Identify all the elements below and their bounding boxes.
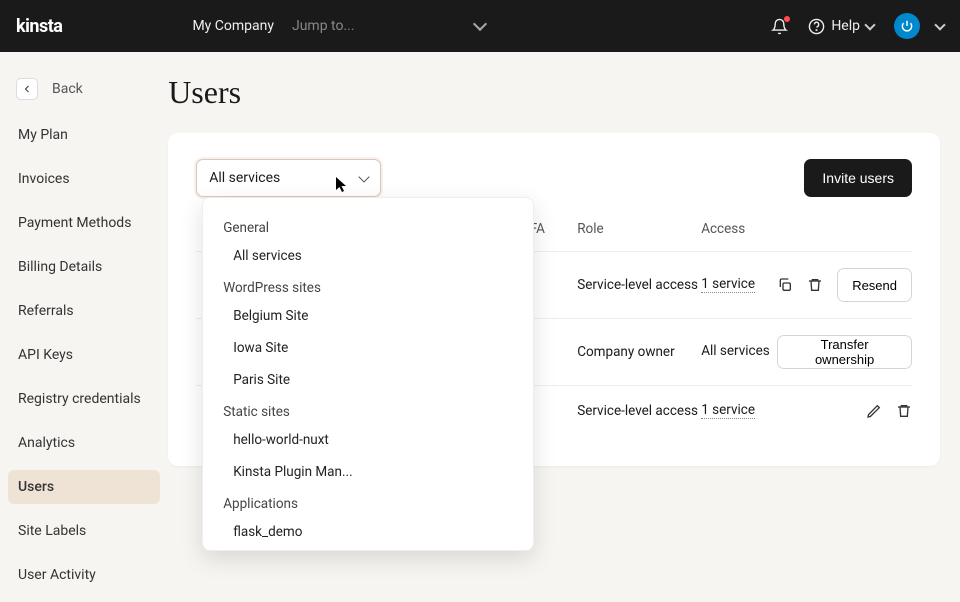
col-header-role: Role	[577, 221, 701, 237]
topbar: kinsta My Company Jump to... Help	[0, 0, 960, 52]
help-label: Help	[831, 18, 860, 34]
notifications-button[interactable]	[771, 18, 788, 35]
cell-access: All services	[701, 343, 777, 361]
sidebar-item-my-plan[interactable]: My Plan	[8, 118, 160, 152]
sidebar-item-api-keys[interactable]: API Keys	[8, 338, 160, 372]
content: Users All services Invite users General …	[168, 52, 960, 602]
sidebar-item-users[interactable]: Users	[8, 470, 160, 504]
sidebar-item-payment-methods[interactable]: Payment Methods	[8, 206, 160, 240]
chevron-down-icon	[472, 17, 486, 31]
edit-icon[interactable]	[866, 403, 882, 419]
sidebar-item-analytics[interactable]: Analytics	[8, 426, 160, 460]
dropdown-group-applications: Applications	[209, 488, 523, 516]
jump-to-label: Jump to...	[292, 18, 355, 34]
dropdown-option-hello-world-nuxt[interactable]: hello-world-nuxt	[209, 424, 523, 456]
resend-button[interactable]: Resend	[837, 268, 912, 302]
invite-users-button[interactable]: Invite users	[804, 159, 912, 197]
sidebar: Back My Plan Invoices Payment Methods Bi…	[0, 52, 168, 602]
jump-to[interactable]: Jump to...	[292, 18, 485, 34]
back-label: Back	[52, 81, 83, 97]
dropdown-option-iowa-site[interactable]: Iowa Site	[209, 332, 523, 364]
sidebar-item-billing-details[interactable]: Billing Details	[8, 250, 160, 284]
cell-role: Company owner	[577, 344, 701, 360]
services-dropdown-scroll[interactable]: General All services WordPress sites Bel…	[209, 212, 527, 542]
arrow-left-icon	[16, 78, 38, 100]
back-button[interactable]: Back	[8, 72, 160, 118]
sidebar-item-site-labels[interactable]: Site Labels	[8, 514, 160, 548]
notification-dot-icon	[784, 16, 790, 22]
dropdown-option-all-services[interactable]: All services	[209, 240, 523, 272]
help-menu[interactable]: Help	[808, 18, 874, 35]
dropdown-option-kinsta-plugin-man[interactable]: Kinsta Plugin Man...	[209, 456, 523, 488]
chevron-down-icon	[934, 19, 945, 30]
avatar	[894, 13, 920, 39]
chevron-down-icon	[359, 171, 370, 182]
copy-icon[interactable]	[777, 277, 793, 293]
transfer-ownership-button[interactable]: Transfer ownership	[777, 335, 912, 369]
help-icon	[808, 18, 825, 35]
logo: kinsta	[16, 16, 62, 37]
services-filter-label: All services	[209, 170, 280, 186]
sidebar-item-referrals[interactable]: Referrals	[8, 294, 160, 328]
chevron-down-icon	[864, 19, 875, 30]
cell-access[interactable]: 1 service	[701, 402, 755, 419]
dropdown-option-belgium-site[interactable]: Belgium Site	[209, 300, 523, 332]
users-panel: All services Invite users General All se…	[168, 133, 940, 466]
cell-role: Service-level access	[577, 277, 701, 293]
sidebar-item-invoices[interactable]: Invoices	[8, 162, 160, 196]
cell-role: Service-level access	[577, 403, 701, 419]
trash-icon[interactable]	[896, 403, 912, 419]
company-switcher[interactable]: My Company	[192, 18, 274, 34]
sidebar-item-registry-credentials[interactable]: Registry credentials	[8, 382, 160, 416]
dropdown-group-static: Static sites	[209, 396, 523, 424]
dropdown-group-general: General	[209, 212, 523, 240]
cell-access[interactable]: 1 service	[701, 276, 755, 293]
col-header-access: Access	[701, 221, 777, 237]
dropdown-option-flask-demo[interactable]: flask_demo	[209, 516, 523, 542]
trash-icon[interactable]	[807, 277, 823, 293]
page-title: Users	[168, 74, 940, 111]
services-dropdown: General All services WordPress sites Bel…	[202, 197, 534, 551]
sidebar-item-user-activity[interactable]: User Activity	[8, 558, 160, 592]
dropdown-option-paris-site[interactable]: Paris Site	[209, 364, 523, 396]
services-filter[interactable]: All services	[196, 159, 381, 197]
dropdown-group-wordpress: WordPress sites	[209, 272, 523, 300]
power-icon	[900, 19, 914, 33]
account-menu[interactable]	[894, 13, 944, 39]
